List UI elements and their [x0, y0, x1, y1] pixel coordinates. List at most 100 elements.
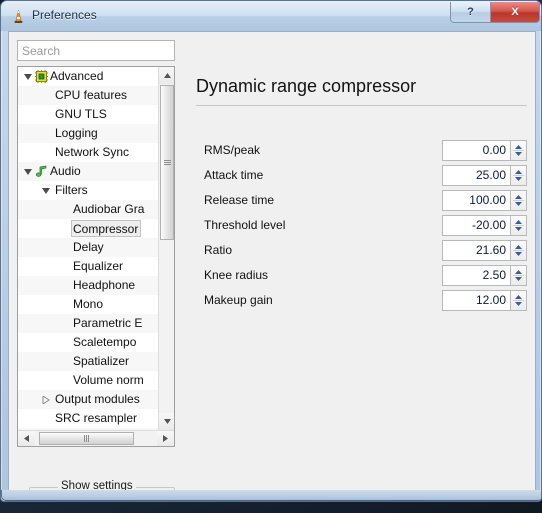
search-input[interactable]	[17, 40, 175, 61]
scroll-down-icon[interactable]	[159, 413, 174, 430]
spinbox-value-ratio[interactable]: 21.60	[442, 240, 510, 261]
spinbox-attack-time[interactable]: 25.00	[442, 165, 527, 186]
spinbox-arrows-release-time[interactable]	[510, 190, 527, 211]
chevron-down-icon[interactable]	[40, 181, 51, 200]
tree-item-gnu-tls[interactable]: GNU TLS	[18, 105, 159, 124]
tree-item-label: Parametric E	[73, 316, 143, 330]
spin-separator	[513, 300, 524, 301]
tree-vertical-scroll-thumb[interactable]	[160, 85, 174, 240]
spinbox-threshold-level[interactable]: -20.00	[442, 215, 527, 236]
page-title: Dynamic range compressor	[196, 76, 417, 96]
spin-down-icon	[515, 227, 522, 231]
tree-horizontal-scrollbar[interactable]	[18, 430, 174, 446]
spinbox-arrows-threshold-level[interactable]	[510, 215, 527, 236]
tree-item-cpu-features[interactable]: CPU features	[18, 86, 159, 105]
spinbox-value-release-time[interactable]: 100.00	[442, 190, 510, 211]
spinbox-value-rms-peak[interactable]: 0.00	[442, 140, 510, 161]
spinbox-arrows-attack-time[interactable]	[510, 165, 527, 186]
tree-item-label: Network Sync	[55, 145, 130, 159]
tree-item-label: Audio	[50, 164, 81, 178]
spin-separator	[513, 150, 524, 151]
music-note-icon	[34, 162, 48, 181]
spinbox-value-attack-time[interactable]: 25.00	[442, 165, 510, 186]
spin-down-icon	[515, 302, 522, 306]
spin-up-icon	[515, 195, 522, 199]
spinbox-arrows-knee-radius[interactable]	[510, 265, 527, 286]
form-row-attack-time: Attack time 25.00	[196, 165, 527, 187]
spinbox-release-time[interactable]: 100.00	[442, 190, 527, 211]
tree-twisty-spacer	[58, 200, 69, 219]
tree-item-scaletempo[interactable]: Scaletempo	[18, 333, 159, 352]
close-icon[interactable]: X	[491, 2, 539, 22]
spin-up-icon	[515, 145, 522, 149]
tree-item-spatializer[interactable]: Spatializer	[18, 352, 159, 371]
title-bar[interactable]: Preferences ? X	[1, 1, 541, 31]
label-threshold-level: Threshold level	[204, 218, 286, 232]
tree-item-audio[interactable]: Audio	[18, 162, 159, 181]
tree-item-filters[interactable]: Filters	[18, 181, 159, 200]
tree-horizontal-scroll-thumb[interactable]	[39, 432, 134, 445]
tree-item-compressor[interactable]: Compressor	[18, 219, 159, 238]
tree-item-label: Headphone	[73, 278, 136, 292]
spinbox-value-threshold-level[interactable]: -20.00	[442, 215, 510, 236]
tree-item-label: Output modules	[55, 392, 140, 406]
tree-item-delay[interactable]: Delay	[18, 238, 159, 257]
scroll-left-icon[interactable]	[18, 431, 35, 446]
spinbox-value-makeup-gain[interactable]: 12.00	[442, 290, 510, 311]
tree-item-src-resampler[interactable]: SRC resampler	[18, 409, 159, 428]
spinbox-arrows-rms-peak[interactable]	[510, 140, 527, 161]
tree-item-label: Audiobar Gra	[73, 202, 145, 216]
tree-item-parametric-e[interactable]: Parametric E	[18, 314, 159, 333]
scroll-right-icon[interactable]	[157, 431, 174, 446]
tree-twisty-spacer	[58, 219, 69, 238]
tree-item-equalizer[interactable]: Equalizer	[18, 257, 159, 276]
tree-item-advanced[interactable]: Advanced	[18, 67, 159, 86]
tree-twisty-spacer	[40, 86, 51, 105]
spinbox-value-knee-radius[interactable]: 2.50	[442, 265, 510, 286]
spinbox-makeup-gain[interactable]: 12.00	[442, 290, 527, 311]
spin-separator	[513, 225, 524, 226]
spin-down-icon	[515, 252, 522, 256]
tree-item-audiobar-gra[interactable]: Audiobar Gra	[18, 200, 159, 219]
tree-item-volume-norm[interactable]: Volume norm	[18, 371, 159, 390]
tree-twisty-spacer	[40, 143, 51, 162]
tree-item-label: Advanced	[50, 69, 104, 83]
label-knee-radius: Knee radius	[204, 268, 269, 282]
form-row-threshold-level: Threshold level -20.00	[196, 215, 527, 237]
settings-tree[interactable]: Advanced CPU features GNU TLS Logging Networ…	[17, 66, 175, 447]
scroll-up-icon[interactable]	[159, 67, 174, 84]
window-title: Preferences	[32, 8, 97, 22]
tree-twisty-spacer	[58, 238, 69, 257]
tree-vertical-scrollbar[interactable]	[158, 67, 174, 430]
help-button[interactable]: ?	[451, 2, 491, 22]
label-rms-peak: RMS/peak	[204, 143, 261, 157]
tree-item-mono[interactable]: Mono	[18, 295, 159, 314]
tree-item-network-sync[interactable]: Network Sync	[18, 143, 159, 162]
chevron-down-icon[interactable]	[22, 67, 33, 86]
spin-down-icon	[515, 277, 522, 281]
tree-item-headphone[interactable]: Headphone	[18, 276, 159, 295]
vlc-cone-icon	[11, 9, 26, 24]
spin-separator	[513, 250, 524, 251]
chevron-right-icon[interactable]	[40, 390, 51, 409]
spinbox-knee-radius[interactable]: 2.50	[442, 265, 527, 286]
tree-twisty-spacer	[58, 257, 69, 276]
label-release-time: Release time	[204, 193, 275, 207]
tree-item-output-modules[interactable]: Output modules	[18, 390, 159, 409]
spinbox-arrows-ratio[interactable]	[510, 240, 527, 261]
spin-down-icon	[515, 177, 522, 181]
tree-item-label: Compressor	[71, 220, 142, 237]
spin-up-icon	[515, 270, 522, 274]
spin-up-icon	[515, 245, 522, 249]
chevron-down-icon[interactable]	[22, 162, 33, 181]
form-row-release-time: Release time 100.00	[196, 190, 527, 212]
spinbox-rms-peak[interactable]: 0.00	[442, 140, 527, 161]
form-row-ratio: Ratio 21.60	[196, 240, 527, 262]
spinbox-arrows-makeup-gain[interactable]	[510, 290, 527, 311]
tree-twisty-spacer	[40, 124, 51, 143]
window-bottom-frame	[1, 490, 541, 501]
spinbox-ratio[interactable]: 21.60	[442, 240, 527, 261]
tree-twisty-spacer	[40, 409, 51, 428]
form-row-rms-peak: RMS/peak 0.00	[196, 140, 527, 162]
tree-item-logging[interactable]: Logging	[18, 124, 159, 143]
